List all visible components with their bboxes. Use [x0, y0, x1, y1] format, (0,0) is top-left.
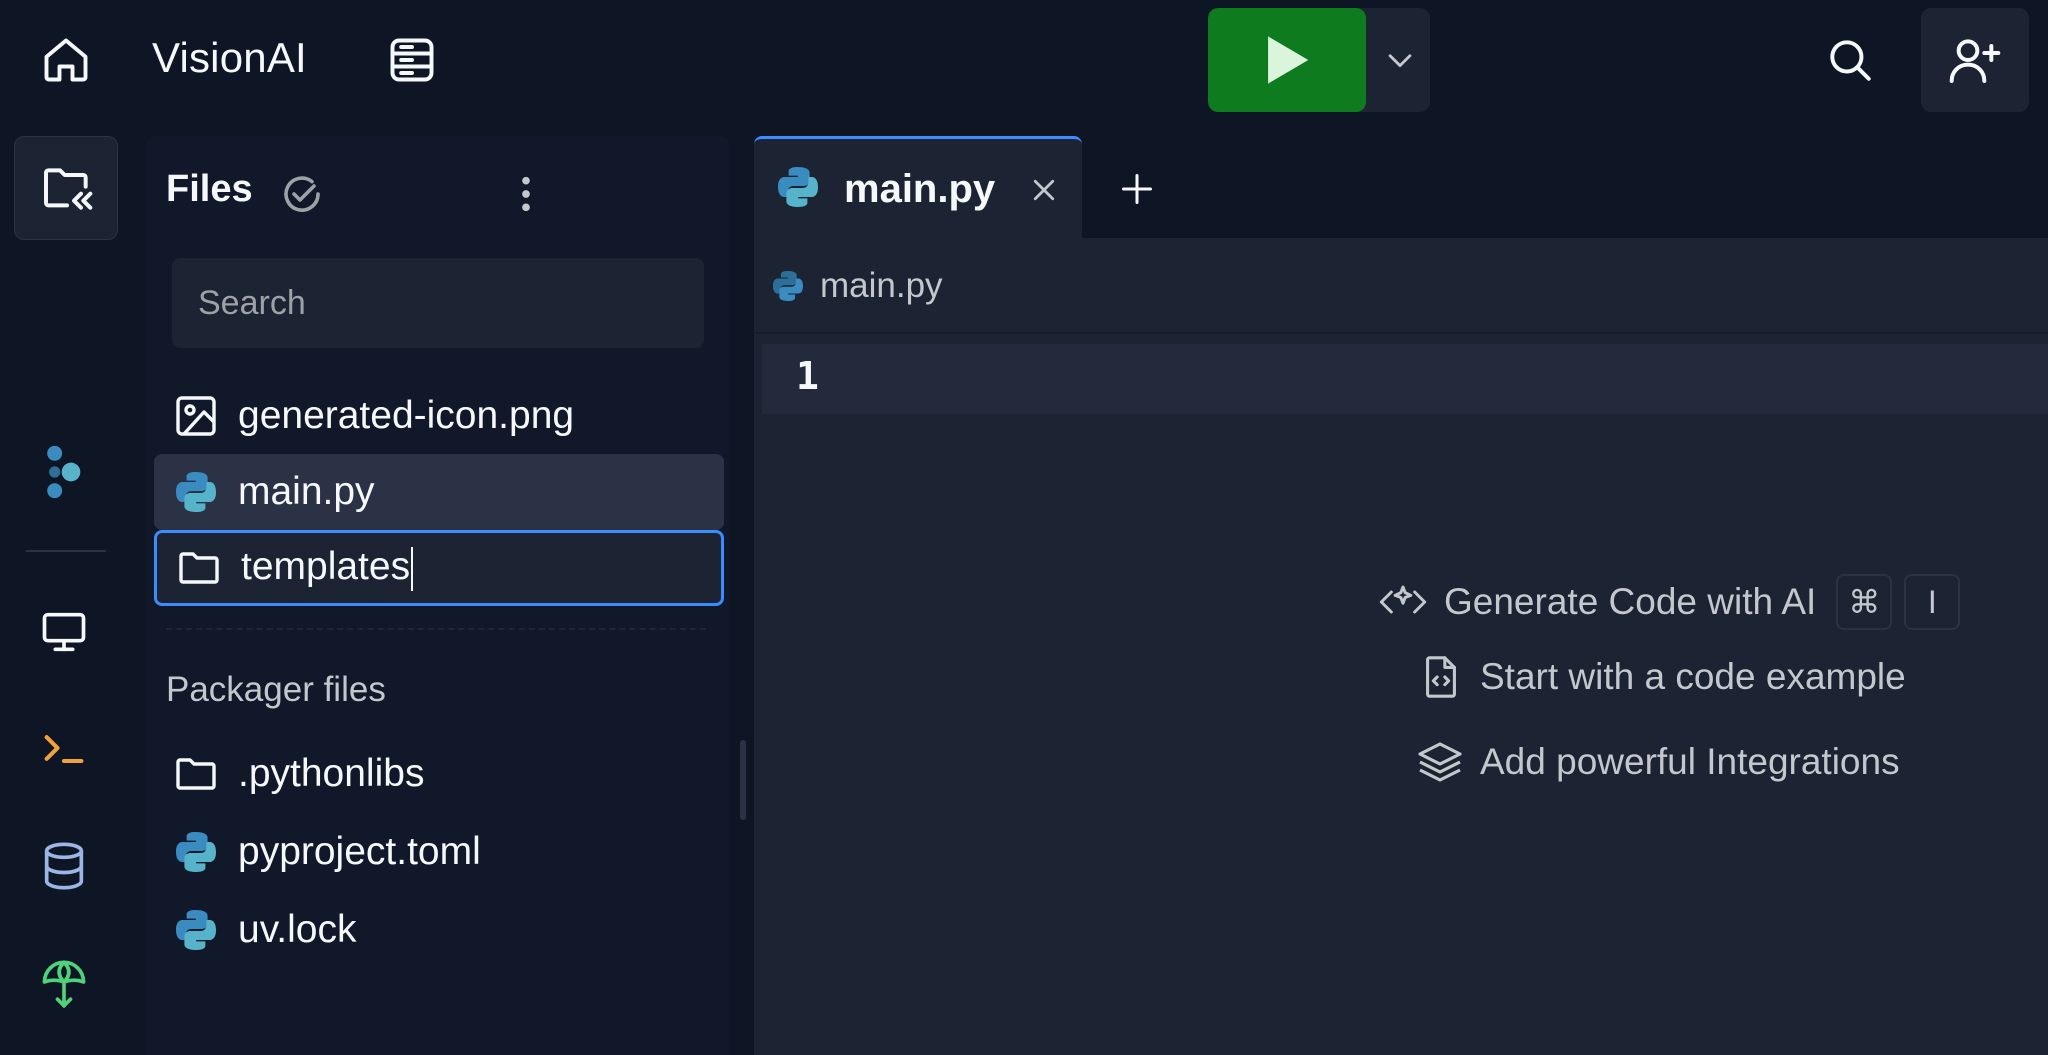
ai-sparkle-icon	[1378, 582, 1428, 622]
file-search-input[interactable]	[172, 258, 704, 348]
rename-input-value: templates	[241, 545, 411, 589]
packager-files-title: Packager files	[166, 670, 386, 709]
file-name: main.py	[238, 470, 375, 513]
files-menu-icon[interactable]	[496, 164, 556, 224]
preview-icon[interactable]	[32, 600, 96, 664]
run-button-group	[1208, 8, 1430, 112]
workspace-menu-icon[interactable]	[380, 28, 444, 92]
code-example-hint[interactable]: Start with a code example	[1418, 654, 1906, 700]
breadcrumb-divider	[754, 332, 2048, 334]
python-icon	[168, 902, 224, 958]
layers-icon	[1416, 738, 1464, 786]
breadcrumb: main.py	[770, 266, 943, 306]
file-name: uv.lock	[238, 908, 357, 951]
rail-files-button[interactable]	[14, 136, 118, 240]
file-item-generated-icon[interactable]: generated-icon.png	[154, 378, 724, 454]
invite-button[interactable]	[1921, 8, 2029, 112]
file-item-pythonlibs[interactable]: .pythonlibs	[154, 736, 724, 812]
line-number: 1	[796, 354, 819, 398]
generate-code-hint[interactable]: Generate Code with AI ⌘ I	[1378, 574, 1961, 630]
kbd-key: I	[1904, 574, 1961, 630]
file-name: .pythonlibs	[238, 752, 425, 795]
editor-pane: main.py main.py 1 Generate Code with AI …	[754, 136, 2048, 1055]
rename-input[interactable]: templates	[241, 545, 414, 591]
active-code-line[interactable]	[762, 344, 2048, 414]
top-bar: VisionAI	[0, 0, 2048, 124]
python-icon	[168, 824, 224, 880]
folder-icon	[168, 746, 224, 802]
home-icon[interactable]	[34, 28, 98, 92]
rail-divider	[26, 550, 106, 552]
image-file-icon	[168, 388, 224, 444]
chevron-down-icon	[1388, 54, 1412, 68]
run-button[interactable]	[1208, 8, 1366, 112]
python-icon	[168, 464, 224, 520]
deploy-icon[interactable]	[32, 952, 96, 1016]
breadcrumb-file[interactable]: main.py	[820, 266, 943, 306]
add-tab-icon[interactable]	[1112, 164, 1162, 214]
python-icon	[770, 268, 806, 304]
search-icon[interactable]	[1818, 28, 1882, 92]
add-user-icon	[1943, 28, 2007, 92]
text-cursor	[411, 546, 414, 591]
section-divider	[166, 628, 706, 630]
file-name: generated-icon.png	[238, 394, 575, 437]
file-name: pyproject.toml	[238, 830, 481, 873]
agent-icon[interactable]	[32, 440, 96, 504]
files-panel: Files generated-icon.png main.py	[146, 136, 730, 1055]
generate-code-label: Generate Code with AI	[1444, 581, 1817, 622]
code-example-label: Start with a code example	[1480, 656, 1906, 697]
kbd-cmd: ⌘	[1836, 574, 1893, 630]
shell-icon[interactable]	[32, 716, 96, 780]
python-icon	[774, 163, 822, 216]
panel-resize-handle[interactable]	[740, 740, 746, 820]
left-rail	[0, 124, 130, 1055]
database-icon[interactable]	[32, 834, 96, 898]
tab-main-py[interactable]: main.py	[754, 136, 1082, 240]
code-file-icon	[1418, 654, 1464, 700]
file-item-templates-rename[interactable]: templates	[154, 530, 724, 606]
close-icon[interactable]	[1029, 175, 1059, 205]
integrations-label: Add powerful Integrations	[1480, 741, 1900, 782]
files-title: Files	[166, 168, 253, 210]
integrations-hint[interactable]: Add powerful Integrations	[1416, 738, 1900, 786]
file-item-main-py[interactable]: main.py	[154, 454, 724, 530]
file-item-uv-lock[interactable]: uv.lock	[154, 892, 724, 968]
app-name[interactable]: VisionAI	[152, 34, 307, 82]
play-icon	[1268, 36, 1309, 84]
folder-icon	[171, 540, 227, 596]
run-dropdown-button[interactable]	[1370, 8, 1430, 112]
tab-label: main.py	[844, 167, 996, 211]
sync-status-icon	[274, 166, 330, 222]
files-collapse-icon	[33, 155, 101, 223]
file-item-pyproject[interactable]: pyproject.toml	[154, 814, 724, 890]
